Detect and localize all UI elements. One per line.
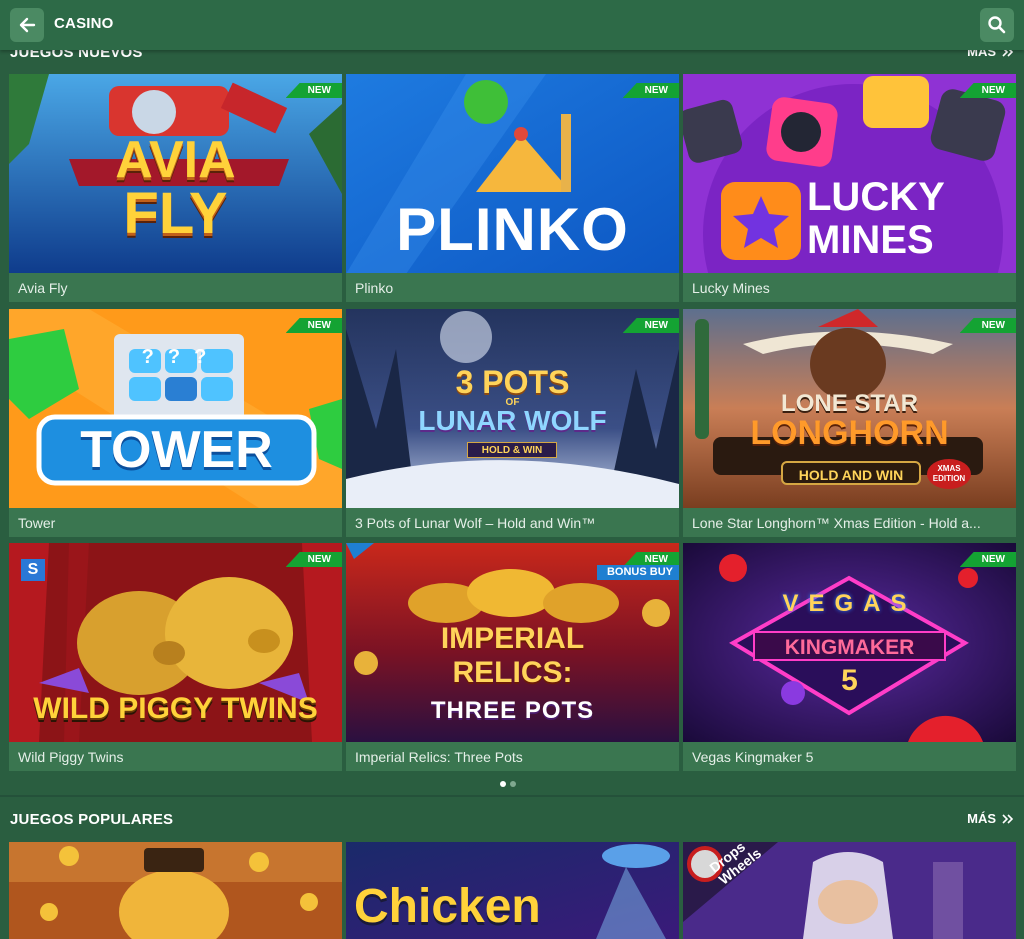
pagination-dot[interactable] (510, 781, 516, 787)
game-thumbnail: 3 POTS OF LUNAR WOLF HOLD & WIN NEW (346, 309, 679, 508)
double-chevron-right-icon (1002, 813, 1014, 824)
game-art-glyphs: ??? (141, 346, 221, 368)
game-art-title: PLINKO (396, 196, 629, 263)
section-title: JUEGOS POPULARES (10, 811, 174, 828)
pagination-dot[interactable] (500, 781, 506, 787)
game-art-title: WILD PIGGY TWINS (33, 692, 318, 725)
game-card[interactable] (9, 842, 342, 939)
game-thumbnail (9, 842, 342, 939)
game-card[interactable]: ??? TOWER NEW Tower (9, 309, 342, 537)
game-art-title: IMPERIAL (440, 622, 585, 655)
game-card[interactable]: S WILD PIGGY TWINS NEW Wild Piggy Twins (9, 543, 342, 771)
game-card[interactable]: AVIA FLY NEW Avia Fly (9, 74, 342, 302)
game-name: Avia Fly (18, 280, 68, 296)
game-thumbnail: AVIA FLY NEW (9, 74, 342, 273)
provider-logo-icon: S (21, 559, 45, 581)
arrow-left-icon (19, 17, 36, 33)
game-art-subtitle: HOLD & WIN (467, 442, 557, 458)
game-thumbnail: IMPERIAL RELICS: THREE POTS NEW BONUS BU… (346, 543, 679, 742)
game-art-title: LONGHORN (750, 414, 949, 452)
game-thumbnail: VEGAS KINGMAKER 5 NEW (683, 543, 1016, 742)
game-art-title: TOWER (80, 421, 273, 479)
game-name: 3 Pots of Lunar Wolf – Hold and Win™ (355, 515, 596, 531)
section-popular-games-header: JUEGOS POPULARES MÁS (0, 811, 1024, 835)
game-thumbnail: ??? TOWER NEW (9, 309, 342, 508)
game-art-title: Chicken (354, 880, 541, 933)
game-thumbnail: PLINKO NEW (346, 74, 679, 273)
game-name: Wild Piggy Twins (18, 749, 124, 765)
more-link[interactable]: MÁS (967, 811, 1014, 826)
game-name: Lone Star Longhorn™ Xmas Edition - Hold … (692, 515, 981, 531)
game-art-title: FLY (123, 181, 228, 246)
game-art-title: LUNAR WOLF (418, 405, 607, 436)
edition-badge: XMAS EDITION (927, 459, 971, 489)
game-name: Lucky Mines (692, 280, 770, 296)
game-art-title: RELICS: (452, 656, 573, 689)
search-button[interactable] (980, 8, 1014, 42)
game-art-title: MINES (807, 218, 934, 262)
game-name: Plinko (355, 280, 394, 296)
game-name: Vegas Kingmaker 5 (692, 749, 814, 765)
game-art-subtitle: THREE POTS (430, 697, 595, 724)
game-name: Imperial Relics: Three Pots (355, 749, 523, 765)
page-title: CASINO (54, 15, 114, 32)
game-card[interactable]: Drops Wheels (683, 842, 1016, 939)
game-card[interactable]: 3 POTS OF LUNAR WOLF HOLD & WIN NEW 3 Po… (346, 309, 679, 537)
game-card[interactable]: Chicken (346, 842, 679, 939)
game-card[interactable]: LONE STAR LONGHORN HOLD AND WIN XMAS EDI… (683, 309, 1016, 537)
back-button[interactable] (10, 8, 44, 42)
game-art-title: LUCKY (807, 175, 945, 219)
carousel-pagination (500, 781, 516, 787)
game-art-title: 5 (841, 664, 858, 697)
bonus-buy-badge: BONUS BUY (596, 565, 679, 580)
top-bar: CASINO (0, 0, 1024, 50)
search-icon (988, 16, 1006, 34)
more-label: MÁS (967, 811, 996, 826)
game-art-title: 3 POTS (455, 364, 570, 400)
game-thumbnail: LONE STAR LONGHORN HOLD AND WIN XMAS EDI… (683, 309, 1016, 508)
game-name: Tower (18, 515, 56, 531)
section-divider (0, 795, 1024, 797)
game-card[interactable]: VEGAS KINGMAKER 5 NEW Vegas Kingmaker 5 (683, 543, 1016, 771)
game-art-title: VEGAS (782, 590, 917, 617)
game-card[interactable]: LUCKY MINES NEW Lucky Mines (683, 74, 1016, 302)
game-thumbnail: S WILD PIGGY TWINS NEW (9, 543, 342, 742)
game-art-title: AVIA (115, 131, 236, 189)
game-thumbnail: LUCKY MINES NEW (683, 74, 1016, 273)
game-art-title: KINGMAKER (753, 631, 946, 661)
game-card[interactable]: PLINKO NEW Plinko (346, 74, 679, 302)
game-card[interactable]: IMPERIAL RELICS: THREE POTS NEW BONUS BU… (346, 543, 679, 771)
game-art-subtitle: HOLD AND WIN (781, 461, 921, 485)
